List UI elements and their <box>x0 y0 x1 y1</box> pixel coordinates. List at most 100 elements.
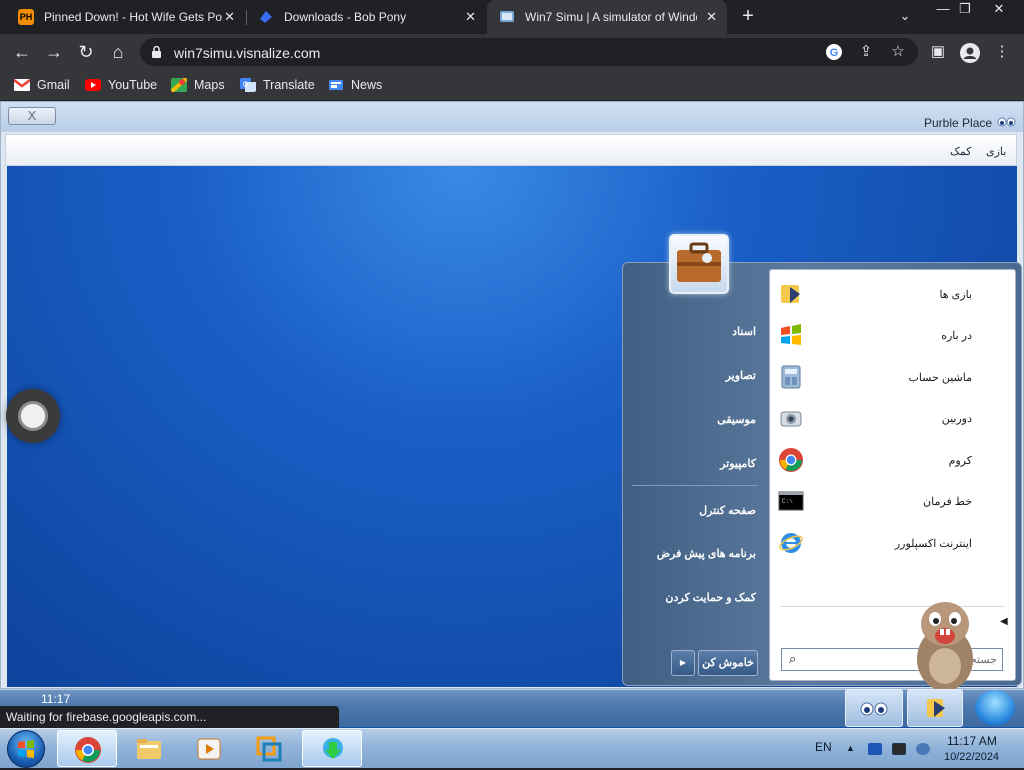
tray-overflow-icon[interactable]: ▲ <box>846 743 860 755</box>
games-icon <box>781 285 800 303</box>
share-icon[interactable]: ⇪ <box>857 43 875 61</box>
program-chrome[interactable]: کروم <box>776 443 1008 477</box>
url-text[interactable]: win7simu.visnalize.com <box>174 45 320 61</box>
taskbar-clock-date[interactable]: 10/22/2024 <box>944 751 999 763</box>
pornhub-favicon-icon: PH <box>18 9 34 25</box>
start-link-documents[interactable]: اسناد <box>640 325 756 338</box>
briefcase-icon <box>677 242 721 282</box>
restore-icon[interactable]: ❐ <box>950 0 980 20</box>
home-icon[interactable]: ⌂ <box>107 42 129 62</box>
bookmark-news[interactable]: News <box>328 76 382 94</box>
youtube-icon <box>85 79 101 91</box>
window-close-button[interactable]: X <box>8 107 56 125</box>
start-link-help-support[interactable]: کمک و حمایت کردن <box>640 591 756 604</box>
tab-pinned-down[interactable]: PH Pinned Down! - Hot Wife Gets Po ✕ <box>0 0 245 34</box>
menu-help[interactable]: کمک <box>950 145 971 158</box>
back-icon[interactable]: ← <box>11 42 33 62</box>
tab-downloads[interactable]: Downloads - Bob Pony ✕ <box>248 0 486 34</box>
purble-eyes-icon <box>997 117 1016 127</box>
taskbar-clock-time[interactable]: 11:17 AM <box>947 734 997 748</box>
all-programs-arrow-icon[interactable]: ◀ <box>1000 616 1008 627</box>
gmail-icon <box>14 79 30 91</box>
taskbar-media-player[interactable] <box>179 730 239 767</box>
start-button[interactable] <box>7 730 45 768</box>
shutdown-options-arrow-icon[interactable]: ▶ <box>671 650 695 676</box>
calculator-icon <box>781 365 801 389</box>
reload-icon[interactable]: ↻ <box>75 42 97 62</box>
games-icon <box>927 699 945 717</box>
bookmark-youtube[interactable]: YouTube <box>85 76 157 94</box>
tray-monitor-icon[interactable] <box>892 743 906 755</box>
bookmark-translate[interactable]: G Translate <box>240 76 315 94</box>
ie-icon <box>779 533 803 553</box>
profile-avatar-icon[interactable] <box>960 43 980 63</box>
start-link-control-panel[interactable]: صفحه کنترل <box>640 504 756 517</box>
program-about[interactable]: در باره <box>776 318 1008 352</box>
camera-icon <box>780 411 802 427</box>
close-tab-icon[interactable]: ✕ <box>224 9 235 25</box>
tab-win7simu[interactable]: Win7 Simu | A simulator of Windo ✕ <box>487 0 727 34</box>
start-right-separator <box>632 485 758 486</box>
program-label: دوربین <box>941 412 972 425</box>
purble-eyes-icon <box>860 702 888 716</box>
tab-search-chevron-icon[interactable]: ⌄ <box>890 7 920 27</box>
menu-game[interactable]: بازی <box>986 145 1006 158</box>
windows-flag-icon <box>781 324 801 345</box>
program-camera[interactable]: دوربین <box>776 401 1008 435</box>
forward-icon[interactable]: → <box>43 42 65 62</box>
loading-spinner-core <box>18 401 48 431</box>
close-window-icon[interactable]: ✕ <box>984 0 1014 20</box>
bookmark-star-icon[interactable]: ☆ <box>889 43 907 61</box>
start-link-pictures[interactable]: تصاویر <box>640 369 756 382</box>
bookmark-label: YouTube <box>108 78 158 92</box>
start-link-computer[interactable]: کامپیوتر <box>640 457 756 470</box>
simulator-taskbar-games[interactable] <box>907 689 963 727</box>
news-icon <box>329 80 343 90</box>
close-tab-icon[interactable]: ✕ <box>465 9 476 25</box>
chrome-icon <box>75 737 101 763</box>
google-lens-icon[interactable]: G <box>825 43 843 61</box>
program-label: در باره <box>941 329 972 342</box>
shutdown-button[interactable]: خاموش کن <box>698 650 758 676</box>
program-label: بازی ها <box>939 288 972 301</box>
taskbar-chrome[interactable] <box>57 730 117 767</box>
new-tab-button[interactable]: + <box>737 5 759 27</box>
user-picture[interactable] <box>669 234 729 294</box>
simulator-taskbar-purble-place[interactable] <box>845 689 903 727</box>
program-label: خط فرمان <box>923 495 972 508</box>
taskbar-internet-download-manager[interactable] <box>302 730 362 767</box>
svg-text:G: G <box>243 82 248 89</box>
kebab-menu-icon[interactable]: ⋮ <box>993 43 1011 61</box>
simulator-clock: 11:17 <box>41 692 71 706</box>
tray-network-icon[interactable] <box>916 743 930 755</box>
search-icon: ⌕ <box>789 651 797 666</box>
taskbar-explorer[interactable] <box>119 730 179 767</box>
window-titlebar[interactable] <box>1 102 1023 132</box>
tray-shield-icon[interactable] <box>868 743 882 755</box>
gopher-mascot-icon <box>917 602 973 691</box>
tab-title: Downloads - Bob Pony <box>284 10 407 24</box>
bookmark-gmail[interactable]: Gmail <box>14 76 70 94</box>
bookmark-label: News <box>351 78 383 92</box>
start-link-music[interactable]: موسیقی <box>640 413 756 426</box>
translate-icon: G <box>240 78 256 92</box>
program-cmd[interactable]: C:\ خط فرمان <box>776 484 1008 518</box>
lock-icon[interactable] <box>152 46 161 58</box>
cmd-icon: C:\ <box>778 491 804 511</box>
maps-icon <box>171 78 187 92</box>
simulator-start-orb[interactable] <box>975 690 1015 726</box>
side-panel-icon[interactable]: ▣ <box>929 43 947 61</box>
program-calculator[interactable]: ماشین حساب <box>776 360 1008 394</box>
program-label: ماشین حساب <box>908 371 972 384</box>
vmware-icon <box>256 736 282 762</box>
start-link-default-programs[interactable]: برنامه های پیش فرض <box>640 547 756 560</box>
windows-logo-icon <box>18 740 34 758</box>
language-indicator[interactable]: EN <box>815 740 832 754</box>
bookmark-maps[interactable]: Maps <box>171 76 225 94</box>
close-tab-icon[interactable]: ✕ <box>706 9 717 25</box>
tab-title: Pinned Down! - Hot Wife Gets Po <box>44 10 223 24</box>
taskbar-vmware[interactable] <box>239 730 299 767</box>
menu-bar <box>5 134 1017 166</box>
program-games[interactable]: بازی ها <box>776 277 1008 311</box>
program-internet-explorer[interactable]: اینترنت اکسپلورر <box>776 526 1008 560</box>
